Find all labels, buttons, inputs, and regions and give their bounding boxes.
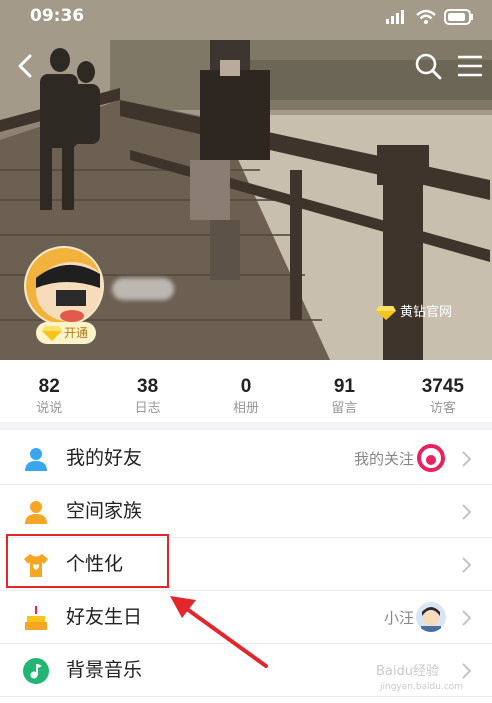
yellow-diamond-link[interactable]: 黄钻官网: [364, 300, 462, 326]
chevron-right-icon: [462, 557, 472, 573]
stat-value: 82: [38, 376, 60, 397]
chevron-right-icon: [462, 610, 472, 626]
menu-item-friends[interactable]: 我的好友 我的关注: [0, 432, 492, 485]
search-icon[interactable]: [414, 52, 442, 80]
menu-item-label: 我的好友: [66, 447, 143, 469]
menu-item-label: 空间家族: [66, 500, 143, 522]
back-icon[interactable]: [12, 52, 40, 80]
yellow-diamond-icon: [42, 326, 62, 341]
stat-value: 38: [137, 376, 159, 397]
stat-value: 0: [240, 376, 252, 397]
chevron-right-icon: [462, 663, 472, 679]
menu-item-birthday[interactable]: 好友生日 小汪: [0, 591, 492, 644]
stat-visitors[interactable]: 3745 访客: [394, 360, 492, 422]
status-time: 09:36: [30, 6, 85, 26]
stat-blogs[interactable]: 38 日志: [98, 360, 196, 422]
menu-item-personalize[interactable]: 个性化: [0, 538, 492, 591]
yellow-diamond-link-label: 黄钻官网: [400, 305, 453, 320]
music-icon: [23, 658, 49, 684]
tshirt-icon: [24, 554, 48, 577]
vip-badge[interactable]: 开通: [36, 322, 97, 344]
menu-item-label: 背景音乐: [66, 659, 143, 681]
stat-label: 访客: [429, 401, 456, 416]
yellow-diamond-icon: [376, 306, 396, 320]
wifi-icon: [416, 9, 436, 24]
stat-posts[interactable]: 82 说说: [0, 360, 98, 422]
stat-value: 3745: [421, 376, 464, 397]
settings-menu: 我的好友 我的关注 空间家族 个性化 好友生日 小汪 背景音乐: [0, 432, 492, 697]
stat-label: 说说: [36, 401, 63, 416]
following-avatar-icon: [416, 443, 446, 473]
stat-messages[interactable]: 91 留言: [295, 360, 393, 422]
menu-icon[interactable]: [456, 52, 484, 80]
stat-label: 留言: [331, 401, 358, 416]
chevron-right-icon: [462, 504, 472, 520]
stat-label: 相册: [233, 401, 260, 416]
battery-icon: [444, 9, 473, 25]
birthday-friend-avatar-icon: [416, 602, 446, 632]
vip-label: 开通: [64, 326, 89, 340]
stat-label: 日志: [134, 401, 161, 416]
status-bar: 09:36: [0, 0, 492, 34]
stats-bar: 82 说说 38 日志 0 相册 91 留言 3745 访客: [0, 360, 492, 430]
watermark-sub: jingyan.baidu.com: [380, 682, 464, 692]
watermark: Baidu经验: [376, 664, 439, 679]
stat-value: 91: [333, 376, 355, 397]
birthday-cake-icon: [25, 606, 47, 630]
chevron-right-icon: [462, 451, 472, 467]
friends-icon: [25, 448, 47, 471]
signal-icon: [386, 10, 404, 24]
birthday-friend-name: 小汪: [383, 609, 414, 627]
nickname-blurred: [112, 278, 174, 300]
stat-albums[interactable]: 0 相册: [197, 360, 295, 422]
cover-photo[interactable]: 09:36 开通 黄钻官网: [0, 0, 492, 360]
following-link[interactable]: 我的关注: [354, 449, 414, 469]
menu-item-family[interactable]: 空间家族: [0, 485, 492, 538]
avatar[interactable]: [24, 246, 104, 326]
family-icon: [25, 501, 47, 524]
menu-item-label: 好友生日: [66, 606, 143, 628]
menu-item-label: 个性化: [66, 553, 124, 575]
